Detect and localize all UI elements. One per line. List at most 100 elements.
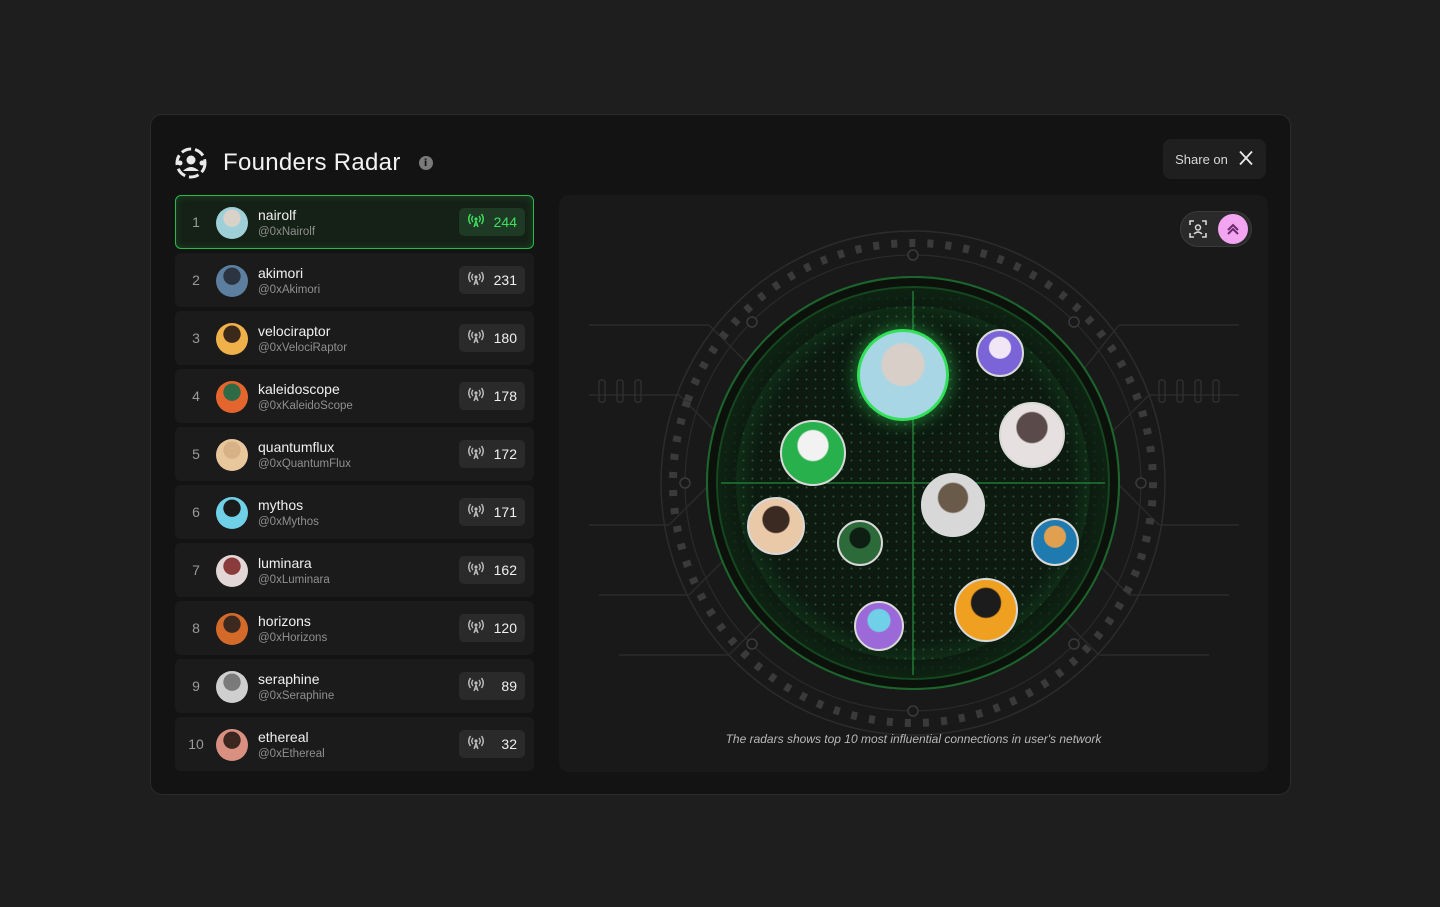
radar-avatar-node[interactable]: [837, 520, 883, 566]
user-handle: @0xAkimori: [258, 284, 321, 296]
user-handle: @0xEthereal: [258, 748, 325, 760]
rank-number: 7: [192, 562, 200, 578]
leaderboard-row[interactable]: 6 mythos @0xMythos 171: [175, 485, 534, 539]
radar-avatar-node[interactable]: [1031, 518, 1079, 566]
header: Founders Radar i: [175, 147, 433, 179]
username: quantumflux: [258, 439, 335, 455]
username: luminara: [258, 555, 312, 571]
avatar: [216, 265, 248, 297]
radar-panel: The radars shows top 10 most influential…: [559, 195, 1268, 772]
user-handle: @0xKaleidoScope: [258, 400, 353, 412]
leaderboard-row[interactable]: 2 akimori @0xAkimori 231: [175, 253, 534, 307]
leaderboard-row[interactable]: 7 luminara @0xLuminara 162: [175, 543, 534, 597]
radar-view-icon[interactable]: [1218, 214, 1248, 244]
user-handle: @0xMythos: [258, 516, 319, 528]
influence-score: 171: [459, 498, 525, 526]
avatar: [216, 613, 248, 645]
influence-score: 89: [459, 672, 525, 700]
view-toggle[interactable]: [1180, 211, 1252, 247]
signal-icon: [467, 733, 485, 756]
user-handle: @0xNairolf: [258, 226, 316, 238]
leaderboard-row[interactable]: 9 seraphine @0xSeraphine 89: [175, 659, 534, 713]
rank-number: 10: [188, 736, 204, 752]
signal-icon: [467, 443, 485, 466]
leaderboard-row[interactable]: 1 nairolf @0xNairolf 244: [175, 195, 534, 249]
user-handle: @0xHorizons: [258, 632, 328, 644]
influence-score: 162: [459, 556, 525, 584]
leaderboard-row[interactable]: 3 velociraptor @0xVelociRaptor 180: [175, 311, 534, 365]
influence-score: 244: [459, 208, 525, 236]
avatar: [216, 207, 248, 239]
radar-avatar-node[interactable]: [954, 578, 1018, 642]
score-value: 120: [493, 620, 517, 636]
score-value: 89: [501, 678, 517, 694]
score-value: 244: [493, 214, 517, 230]
x-logo-icon: [1238, 150, 1254, 169]
rank-number: 2: [192, 272, 200, 288]
leaderboard-row[interactable]: 4 kaleidoscope @0xKaleidoScope 178: [175, 369, 534, 423]
signal-icon: [467, 501, 485, 524]
avatar: [216, 555, 248, 587]
score-value: 162: [493, 562, 517, 578]
community-icon: [175, 147, 207, 179]
info-icon[interactable]: i: [418, 156, 433, 170]
leaderboard-row[interactable]: 5 quantumflux @0xQuantumFlux 172: [175, 427, 534, 481]
signal-icon: [467, 385, 485, 408]
page-title: Founders Radar: [223, 149, 401, 176]
score-value: 231: [493, 272, 517, 288]
avatar: [216, 671, 248, 703]
avatar: [216, 439, 248, 471]
avatar: [216, 729, 248, 761]
rank-number: 5: [192, 446, 200, 462]
username: seraphine: [258, 671, 320, 687]
radar-avatar-node[interactable]: [999, 402, 1065, 468]
share-on-x-button[interactable]: Share on: [1163, 139, 1266, 179]
username: kaleidoscope: [258, 381, 340, 397]
signal-icon: [467, 675, 485, 698]
scan-face-icon[interactable]: [1187, 218, 1209, 240]
username: velociraptor: [258, 323, 331, 339]
influence-score: 231: [459, 266, 525, 294]
founders-radar-card: Founders Radar i Share on 1 nairolf @0xN…: [150, 114, 1291, 795]
rank-number: 8: [192, 620, 200, 636]
user-handle: @0xLuminara: [258, 574, 330, 586]
leaderboard-row[interactable]: 8 horizons @0xHorizons 120: [175, 601, 534, 655]
username: akimori: [258, 265, 304, 281]
radar-avatar-node[interactable]: [747, 497, 805, 555]
avatar: [216, 497, 248, 529]
radar-graphic: [589, 230, 1239, 736]
rank-number: 4: [192, 388, 200, 404]
radar-avatar-node[interactable]: [857, 329, 949, 421]
user-handle: @0xVelociRaptor: [258, 342, 348, 354]
radar-avatar-node[interactable]: [780, 420, 846, 486]
radar-caption: The radars shows top 10 most influential…: [725, 732, 1102, 746]
influence-score: 172: [459, 440, 525, 468]
radar-avatar-node[interactable]: [976, 329, 1024, 377]
signal-icon: [467, 269, 485, 292]
leaderboard-row[interactable]: 10 ethereal @0xEthereal 32: [175, 717, 534, 771]
radar-avatar-node[interactable]: [921, 473, 985, 537]
score-value: 172: [493, 446, 517, 462]
score-value: 32: [501, 736, 517, 752]
score-value: 180: [493, 330, 517, 346]
rank-number: 9: [192, 678, 200, 694]
user-handle: @0xQuantumFlux: [258, 458, 351, 470]
share-label: Share on: [1175, 151, 1228, 167]
avatar: [216, 381, 248, 413]
influence-score: 32: [459, 730, 525, 758]
rank-number: 3: [192, 330, 200, 346]
radar-avatar-node[interactable]: [854, 601, 904, 651]
username: mythos: [258, 497, 304, 513]
rank-number: 1: [192, 214, 200, 230]
influence-score: 120: [459, 614, 525, 642]
influence-score: 178: [459, 382, 525, 410]
signal-icon: [467, 617, 485, 640]
signal-icon: [467, 211, 485, 234]
avatar: [216, 323, 248, 355]
username: horizons: [258, 613, 311, 629]
influence-score: 180: [459, 324, 525, 352]
user-handle: @0xSeraphine: [258, 690, 335, 702]
leaderboard-list: 1 nairolf @0xNairolf 244 2 akimori @0xAk…: [175, 195, 534, 775]
score-value: 171: [493, 504, 517, 520]
username: ethereal: [258, 729, 309, 745]
